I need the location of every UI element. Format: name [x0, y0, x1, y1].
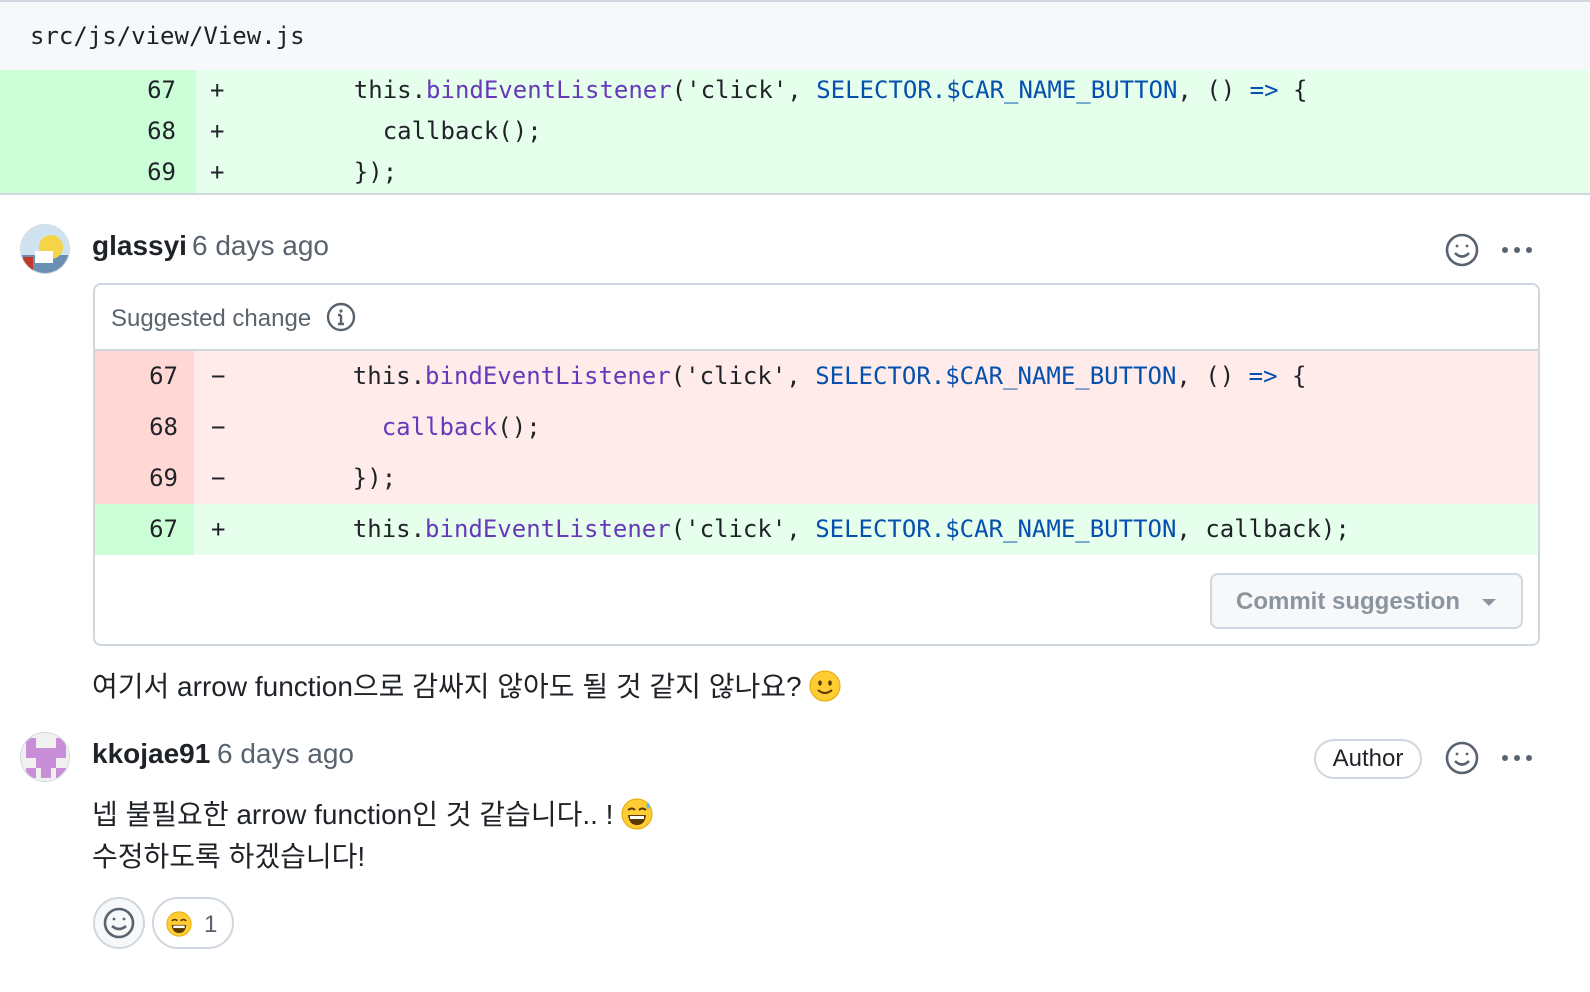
commit-suggestion-button[interactable]: Commit suggestion — [1210, 573, 1523, 629]
diff-sign: + — [210, 117, 225, 145]
suggestion-removed-line: 69 − }); — [95, 453, 1538, 504]
add-reaction-button[interactable] — [93, 897, 145, 949]
code-line: this.bindEventListener('click', SELECTOR… — [352, 515, 1350, 543]
diff-line: 67 + this.bindEventListener('click', SEL… — [0, 70, 1590, 111]
info-icon[interactable] — [325, 301, 357, 333]
comment-timestamp[interactable]: 6 days ago — [217, 738, 354, 770]
avatar-kkojae91[interactable] — [20, 732, 70, 782]
diff-sign: + — [211, 515, 226, 543]
comment-body-line: 넵 불필요한 arrow function인 것 같습니다.. ! — [92, 793, 653, 833]
suggestion-title: Suggested change — [111, 305, 312, 332]
diff-sign: − — [211, 362, 226, 390]
comment-body: 여기서 arrow function으로 감싸지 않아도 될 것 같지 않나요? — [92, 665, 841, 705]
commit-suggestion-label: Commit suggestion — [1236, 588, 1461, 615]
diff-hunk: 67 + this.bindEventListener('click', SEL… — [0, 70, 1590, 195]
reaction-count: 1 — [204, 911, 218, 938]
comment-body-line: 수정하도록 하겠습니다! — [92, 841, 366, 872]
comment-author[interactable]: kkojae91 — [92, 738, 210, 770]
diff-sign: + — [210, 76, 225, 104]
diff-line: 69 + }); — [0, 152, 1590, 193]
smiley-icon[interactable] — [1442, 230, 1482, 270]
code-line: }); — [352, 464, 397, 492]
line-number: 67 — [95, 504, 194, 555]
author-badge-label: Author — [1332, 745, 1404, 772]
code-line: this.bindEventListener('click', SELECTOR… — [352, 362, 1307, 390]
code-line: callback(); — [382, 117, 542, 145]
diff-sign: − — [211, 413, 226, 441]
line-number: 67 — [95, 351, 194, 402]
line-number[interactable]: 68 — [0, 111, 196, 152]
reaction-smile[interactable]: 1 — [152, 897, 234, 949]
triangle-down-icon — [1482, 599, 1496, 606]
slightly-smiling-face-icon — [809, 670, 841, 702]
diff-line: 68 + callback(); — [0, 111, 1590, 152]
suggestion-removed-line: 68 − callback(); — [95, 402, 1538, 453]
grinning-sweat-face-icon — [621, 798, 653, 830]
code-line: callback(); — [381, 413, 541, 441]
kebab-horizontal-icon[interactable] — [1497, 740, 1537, 780]
kebab-horizontal-icon[interactable] — [1497, 232, 1537, 272]
suggestion-removed-line: 67 − this.bindEventListener('click', SEL… — [95, 351, 1538, 402]
suggestion-added-line: 67 + this.bindEventListener('click', SEL… — [95, 504, 1538, 555]
diff-sign: − — [211, 464, 226, 492]
author-badge: Author — [1314, 739, 1422, 779]
grinning-face-icon — [166, 911, 192, 942]
line-number: 69 — [95, 453, 194, 504]
line-number[interactable]: 69 — [0, 152, 196, 193]
line-number: 68 — [95, 402, 194, 453]
comment-timestamp[interactable]: 6 days ago — [192, 230, 329, 262]
comment-author[interactable]: glassyi — [92, 230, 187, 262]
suggestion-header: Suggested change — [95, 285, 1538, 351]
line-number[interactable]: 67 — [0, 70, 196, 111]
code-line: }); — [353, 158, 398, 186]
file-path[interactable]: src/js/view/View.js — [30, 22, 305, 50]
code-line: this.bindEventListener('click', SELECTOR… — [353, 76, 1308, 104]
diff-sign: + — [210, 158, 225, 186]
file-header: src/js/view/View.js — [0, 0, 1590, 70]
smiley-icon[interactable] — [1442, 738, 1482, 778]
avatar-glassyi[interactable] — [20, 224, 70, 274]
